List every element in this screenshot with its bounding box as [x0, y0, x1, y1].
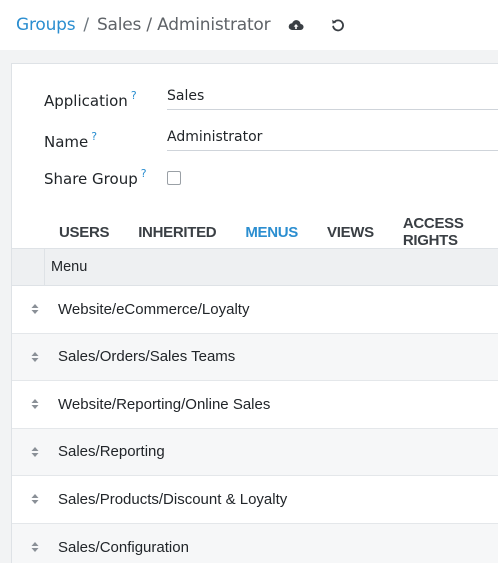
- tab-menus[interactable]: MENUS: [245, 224, 298, 241]
- menu-column-header[interactable]: Menu: [45, 259, 87, 275]
- drag-handle-icon[interactable]: [12, 303, 58, 315]
- menu-cell: Sales/Products/Discount & Loyalty: [58, 490, 288, 508]
- application-field-row: Application? Sales: [44, 88, 498, 110]
- application-label-text: Application: [44, 92, 128, 110]
- share-group-field-row: Share Group?: [44, 167, 181, 188]
- tab-users[interactable]: USERS: [59, 224, 109, 241]
- table-row[interactable]: Sales/Reporting: [12, 428, 498, 476]
- tab-inherited[interactable]: INHERITED: [138, 224, 216, 241]
- share-group-help-icon[interactable]: ?: [141, 167, 147, 180]
- notebook-tabs: USERS INHERITED MENUS VIEWS ACCESS RIGHT…: [12, 215, 498, 249]
- menu-cell: Sales/Orders/Sales Teams: [58, 348, 236, 366]
- tab-views[interactable]: VIEWS: [327, 224, 374, 241]
- name-help-icon[interactable]: ?: [91, 130, 97, 143]
- control-panel: Groups / Sales / Administrator: [0, 0, 498, 50]
- table-row[interactable]: Website/eCommerce/Loyalty: [12, 286, 498, 334]
- table-row[interactable]: Sales/Products/Discount & Loyalty: [12, 476, 498, 524]
- breadcrumb-groups-link[interactable]: Groups: [16, 15, 76, 35]
- application-label: Application?: [44, 89, 167, 110]
- cloud-upload-icon[interactable]: [286, 15, 306, 35]
- breadcrumb: Groups / Sales / Administrator: [16, 15, 271, 35]
- menu-cell: Website/eCommerce/Loyalty: [58, 300, 250, 318]
- table-row[interactable]: Website/Reporting/Online Sales: [12, 381, 498, 429]
- application-input[interactable]: Sales: [167, 88, 498, 110]
- table-row[interactable]: Sales/Configuration: [12, 523, 498, 563]
- menu-cell: Website/Reporting/Online Sales: [58, 395, 271, 413]
- table-row[interactable]: Sales/Orders/Sales Teams: [12, 333, 498, 381]
- menus-list-header: Menu: [12, 248, 498, 286]
- share-group-label: Share Group?: [44, 167, 167, 188]
- menu-cell: Sales/Reporting: [58, 443, 165, 461]
- share-group-label-text: Share Group: [44, 170, 138, 188]
- share-group-checkbox[interactable]: [167, 171, 181, 185]
- name-input[interactable]: Administrator: [167, 129, 498, 151]
- undo-icon[interactable]: [328, 15, 348, 35]
- name-field-row: Name? Administrator: [44, 129, 498, 151]
- breadcrumb-current: Sales / Administrator: [96, 15, 271, 35]
- drag-handle-icon[interactable]: [12, 541, 58, 553]
- drag-handle-icon[interactable]: [12, 398, 58, 410]
- handle-column-header: [12, 249, 45, 285]
- menu-cell: Sales/Configuration: [58, 538, 189, 556]
- drag-handle-icon[interactable]: [12, 351, 58, 363]
- name-label-text: Name: [44, 133, 89, 151]
- form-sheet: Application? Sales Name? Administrator S…: [11, 63, 498, 563]
- breadcrumb-separator: /: [83, 15, 89, 35]
- drag-handle-icon[interactable]: [12, 493, 58, 505]
- name-label: Name?: [44, 130, 167, 151]
- tab-access-rights[interactable]: ACCESS RIGHTS: [403, 215, 470, 249]
- application-help-icon[interactable]: ?: [131, 89, 137, 102]
- drag-handle-icon[interactable]: [12, 446, 58, 458]
